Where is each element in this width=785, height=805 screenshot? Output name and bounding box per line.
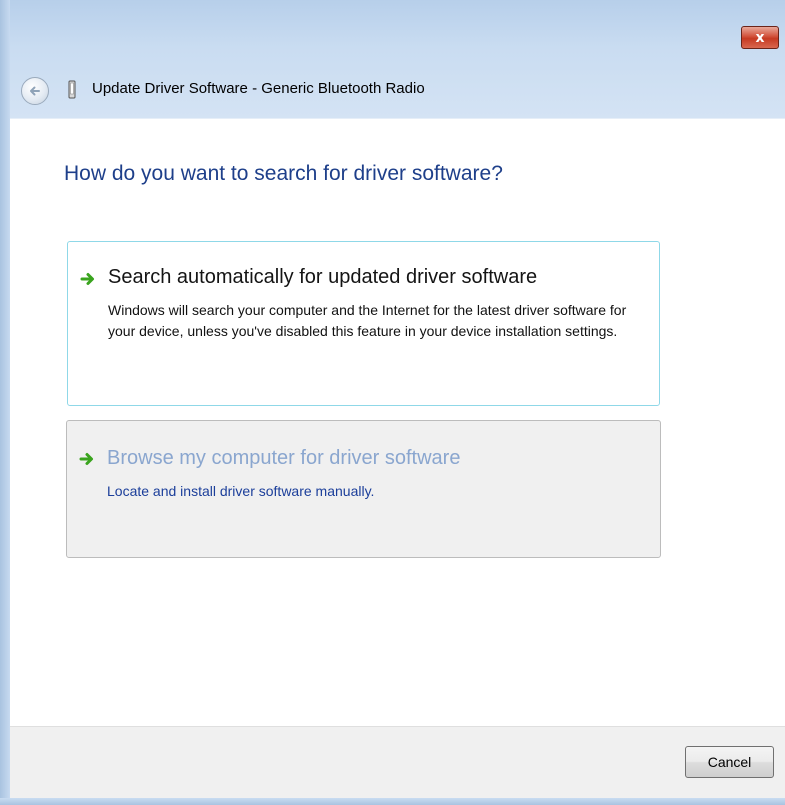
back-button[interactable]: [21, 77, 49, 105]
device-icon: [64, 80, 80, 100]
option-description: Locate and install driver software manua…: [107, 483, 375, 499]
close-icon: x: [755, 29, 765, 46]
green-arrow-icon: [78, 269, 98, 289]
page-heading: How do you want to search for driver sof…: [64, 162, 503, 185]
green-arrow-icon: [77, 449, 97, 469]
option-title: Browse my computer for driver software: [107, 447, 461, 469]
window-title: Update Driver Software - Generic Bluetoo…: [92, 80, 425, 97]
title-bar: x Update Driver Software - Generic Bluet…: [10, 0, 785, 119]
dialog-window: x Update Driver Software - Generic Bluet…: [10, 0, 785, 805]
search-automatically-option[interactable]: Search automatically for updated driver …: [67, 241, 660, 406]
dialog-footer: Cancel: [10, 726, 785, 805]
back-arrow-icon: [30, 86, 40, 96]
window-frame-left: [0, 0, 10, 805]
cancel-button[interactable]: Cancel: [685, 746, 774, 778]
window-frame-bottom: [0, 798, 785, 805]
browse-computer-option[interactable]: Browse my computer for driver software L…: [66, 420, 661, 558]
option-description: Windows will search your computer and th…: [108, 302, 627, 339]
close-button[interactable]: x: [741, 26, 779, 49]
option-title: Search automatically for updated driver …: [108, 266, 538, 288]
